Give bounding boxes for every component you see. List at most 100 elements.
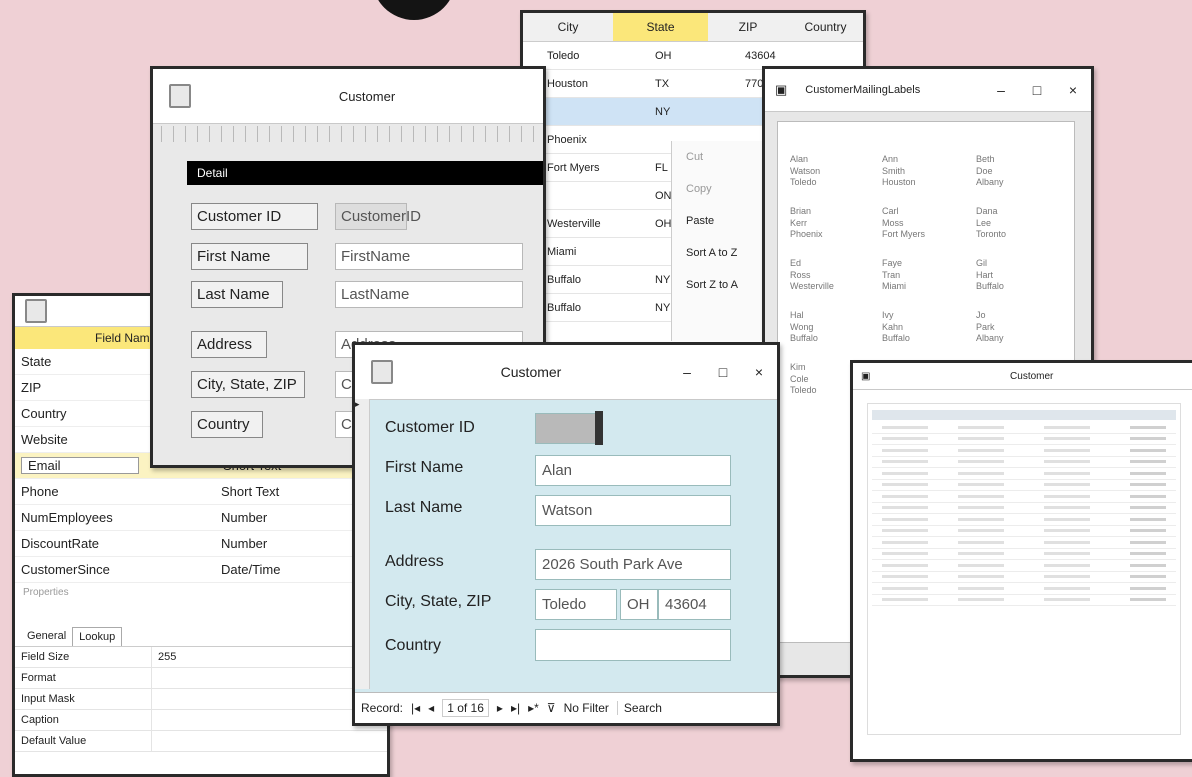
label-customer-id[interactable]: Customer ID	[191, 203, 318, 230]
label-country[interactable]: Country	[191, 411, 263, 438]
table-row	[872, 422, 1176, 434]
field-first-name[interactable]: FirstName	[335, 243, 523, 270]
property-row[interactable]: Input Mask	[15, 689, 387, 710]
mailing-label: Ed Ross Westerville	[790, 258, 834, 292]
table-row	[872, 445, 1176, 457]
tab-general[interactable]: General	[21, 627, 72, 646]
table-row	[872, 468, 1176, 480]
label-customer-id: Customer ID	[385, 419, 475, 436]
preview-table-rows	[872, 422, 1176, 606]
context-menu-cut[interactable]: Cut	[672, 141, 772, 173]
form-design-title: Customer	[338, 88, 396, 104]
maximize-button[interactable]: □	[1019, 82, 1055, 98]
table-row	[872, 572, 1176, 583]
label-address[interactable]: Address	[191, 331, 267, 358]
context-menu-sort-asc[interactable]: Sort A to Z	[672, 237, 772, 269]
property-grid: Field Size 255 Format Input Mask Caption …	[15, 647, 387, 752]
previous-record-button[interactable]: ◂	[428, 701, 434, 715]
city-field[interactable]: Toledo	[535, 589, 617, 620]
table-row	[872, 491, 1176, 503]
mailing-label: Beth Doe Albany	[976, 154, 1004, 188]
property-row[interactable]: Caption	[15, 710, 387, 731]
table-row	[872, 549, 1176, 560]
minimize-button[interactable]: –	[983, 82, 1019, 98]
ruler	[161, 126, 535, 142]
column-header-state[interactable]: State	[613, 13, 708, 41]
search-box[interactable]: Search	[616, 701, 662, 715]
field-row[interactable]: Phone Short Text	[15, 479, 387, 505]
country-field[interactable]	[535, 629, 731, 661]
field-row[interactable]: CustomerSince Date/Time	[15, 557, 387, 583]
column-header-country[interactable]: Country	[788, 20, 863, 34]
table-icon	[25, 299, 47, 323]
context-menu-paste[interactable]: Paste	[672, 205, 772, 237]
table-row	[872, 480, 1176, 491]
preview-title: Customer	[1010, 370, 1054, 382]
label-city-state-zip[interactable]: City, State, ZIP	[191, 371, 305, 398]
property-row[interactable]: Field Size 255	[15, 647, 387, 668]
context-menu-copy[interactable]: Copy	[672, 173, 772, 205]
customer-id-field[interactable]: 1	[535, 413, 597, 444]
label-country: Country	[385, 637, 442, 654]
table-row	[872, 503, 1176, 514]
field-properties-hint: Properties	[23, 587, 69, 598]
record-selector[interactable]: ▸	[355, 399, 370, 689]
mailing-label: Gil Hart Buffalo	[976, 258, 1004, 292]
field-last-name[interactable]: LastName	[335, 281, 523, 308]
table-row	[872, 514, 1176, 526]
state-field[interactable]: OH	[620, 589, 658, 620]
new-record-button[interactable]: ▸*	[528, 701, 539, 715]
column-header-zip[interactable]: ZIP	[708, 20, 788, 34]
preview-titlebar: ▣ Customer	[853, 363, 1192, 390]
form-icon	[169, 84, 191, 108]
label-last-name[interactable]: Last Name	[191, 281, 283, 308]
zip-field[interactable]: 43604	[658, 589, 731, 620]
field-row[interactable]: DiscountRate Number	[15, 531, 387, 557]
field-customer-id[interactable]: CustomerID	[335, 203, 421, 230]
table-preview-window: ▣ Customer	[850, 360, 1192, 762]
label-city-state-zip: City, State, ZIP	[385, 593, 492, 610]
table-row	[872, 537, 1176, 549]
report-title: CustomerMailingLabels	[805, 84, 921, 96]
report-titlebar: ▣ CustomerMailingLabels – □ ×	[765, 69, 1091, 112]
first-name-field[interactable]: Alan	[535, 455, 731, 486]
detail-section-label: Detail	[197, 166, 228, 180]
first-record-button[interactable]: |◂	[411, 701, 420, 715]
datasheet-header: City State ZIP Country	[523, 13, 863, 42]
column-header-city[interactable]: City	[523, 20, 613, 34]
table-row	[872, 434, 1176, 445]
mailing-label: Ann Smith Houston	[882, 154, 916, 188]
maximize-button[interactable]: □	[705, 364, 741, 380]
table-row	[872, 595, 1176, 606]
last-record-button[interactable]: ▸|	[511, 701, 520, 715]
close-button[interactable]: ×	[1055, 82, 1091, 98]
field-row[interactable]: NumEmployees Number	[15, 505, 387, 531]
context-menu-sort-desc[interactable]: Sort Z to A	[672, 269, 772, 301]
no-filter-indicator[interactable]: No Filter	[564, 701, 609, 715]
customer-form-titlebar: Customer – □ ×	[355, 345, 777, 400]
detail-section-bar[interactable]: Detail	[187, 161, 543, 185]
text-cursor	[595, 411, 603, 445]
customer-form-window: Customer – □ × ▸ Customer ID 1 First Nam…	[352, 342, 780, 726]
property-row[interactable]: Format	[15, 668, 387, 689]
label-first-name[interactable]: First Name	[191, 243, 308, 270]
form-design-titlebar: Customer	[153, 69, 543, 124]
address-field[interactable]: 2026 South Park Ave	[535, 549, 731, 580]
mailing-label: Alan Watson Toledo	[790, 154, 821, 188]
last-name-field[interactable]: Watson	[535, 495, 731, 526]
preview-table-header	[872, 410, 1176, 420]
label-first-name: First Name	[385, 459, 464, 476]
customer-form-title: Customer	[500, 364, 562, 380]
mailing-label: Hal Wong Buffalo	[790, 310, 818, 344]
table-row	[872, 560, 1176, 572]
form-icon	[371, 360, 393, 384]
report-icon: ▣	[775, 82, 788, 97]
minimize-button[interactable]: –	[669, 364, 705, 380]
property-row[interactable]: Default Value	[15, 731, 387, 752]
next-record-button[interactable]: ▸	[497, 701, 503, 715]
close-button[interactable]: ×	[741, 364, 777, 380]
mailing-label: Jo Park Albany	[976, 310, 1004, 344]
decorative-shape	[372, 0, 456, 20]
record-position[interactable]: 1 of 16	[442, 699, 489, 717]
tab-lookup[interactable]: Lookup	[72, 627, 123, 646]
